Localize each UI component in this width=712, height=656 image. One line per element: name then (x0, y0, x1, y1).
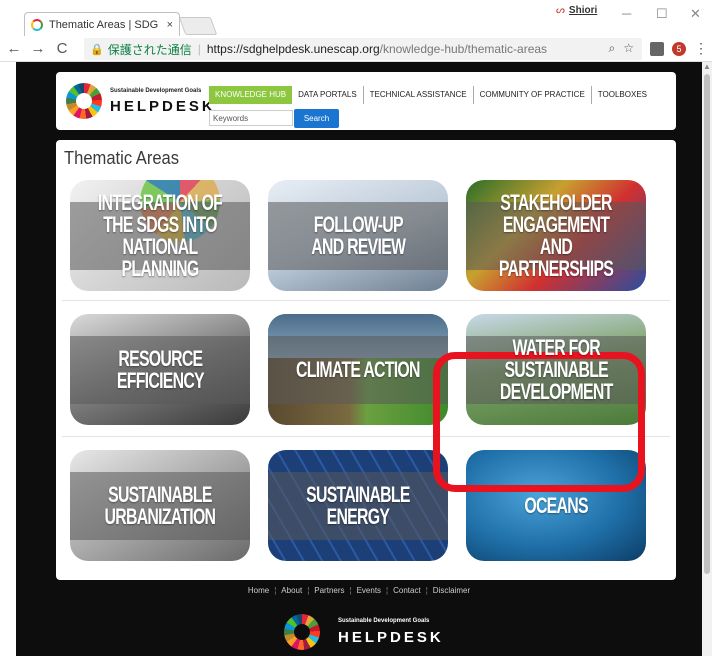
tile-follow-up-and-review[interactable]: FOLLOW-UP AND REVIEW (268, 180, 448, 291)
site-header: Sustainable Development Goals HELPDESK K… (56, 72, 676, 130)
tile-integration-of-sdgs[interactable]: INTEGRATION OF THE SDGS INTO NATIONAL PL… (70, 180, 250, 291)
tile-label: RESOURCE EFFICIENCY (116, 345, 205, 393)
footer-link-about[interactable]: About (276, 586, 307, 595)
thematic-areas-panel: Thematic Areas INTEGRATION OF THE SDGS I… (56, 140, 676, 580)
keyword-search-input[interactable] (209, 110, 293, 126)
tile-label: SUSTAINABLE URBANIZATION (104, 481, 216, 529)
browser-tab-bar: Thematic Areas | SDG Hel × ᔕ Shiori ─ ☐ … (0, 0, 712, 36)
new-tab-button[interactable] (178, 17, 218, 35)
browser-toolbar: ← → C 🔒 保護された通信 | https://sdghelpdesk.un… (0, 36, 712, 62)
search-button[interactable]: Search (294, 109, 339, 128)
tile-label: WATER FOR SUSTAINABLE DEVELOPMENT (499, 334, 613, 404)
tile-stakeholder-engagement[interactable]: STAKEHOLDER ENGAGEMENT AND PARTNERSHIPS (466, 180, 646, 291)
footer-links: Home ¦ About ¦ Partners ¦ Events ¦ Contact ¦ … (16, 586, 702, 595)
sdg-wheel-logo-icon[interactable] (66, 83, 102, 119)
extension-badge-icon[interactable]: 5 (672, 41, 686, 56)
url-host: https://sdghelpdesk.unescap.org (206, 42, 380, 56)
tile-label: INTEGRATION OF THE SDGS INTO NATIONAL PL… (97, 189, 223, 281)
address-bar-icons: ⌕ ☆ (609, 41, 635, 56)
logo-title[interactable]: HELPDESK (110, 98, 216, 115)
profile-name: Shiori (568, 5, 598, 16)
tile-label: STAKEHOLDER ENGAGEMENT AND PARTNERSHIPS (498, 189, 614, 281)
tile-label: CLIMATE ACTION (296, 356, 420, 382)
zoom-icon[interactable]: ⌕ (609, 41, 616, 56)
menu-dots-icon[interactable]: ⋮ (694, 40, 708, 57)
reload-icon[interactable]: C (52, 40, 72, 57)
lock-icon: 🔒 (90, 43, 104, 56)
back-arrow-icon[interactable]: ← (4, 40, 24, 57)
profile-icon: ᔕ (556, 5, 565, 16)
scroll-up-arrow-icon[interactable]: ▲ (703, 62, 711, 71)
nav-technical-assistance[interactable]: TECHNICAL ASSISTANCE (364, 86, 474, 104)
footer-link-disclaimer[interactable]: Disclaimer (428, 586, 475, 595)
footer-link-contact[interactable]: Contact (388, 586, 426, 595)
tile-label: OCEANS (524, 492, 588, 518)
footer-sdg-wheel-logo-icon (284, 614, 320, 650)
nav-community-of-practice[interactable]: COMMUNITY OF PRACTICE (474, 86, 592, 104)
main-nav: KNOWLEDGE HUB DATA PORTALS TECHNICAL ASS… (209, 86, 653, 104)
tile-sustainable-energy[interactable]: SUSTAINABLE ENERGY (268, 450, 448, 561)
address-bar[interactable]: 🔒 保護された通信 | https://sdghelpdesk.unescap.… (84, 38, 642, 60)
tile-resource-efficiency[interactable]: RESOURCE EFFICIENCY (70, 314, 250, 425)
page-viewport: Sustainable Development Goals HELPDESK K… (16, 62, 702, 656)
scrollbar-thumb[interactable] (704, 74, 710, 574)
profile-indicator[interactable]: ᔕ Shiori (556, 5, 597, 16)
page-scrollbar[interactable]: ▲ (702, 62, 712, 656)
minimize-button[interactable]: ─ (622, 6, 631, 21)
page-title: Thematic Areas (64, 148, 180, 168)
footer-link-partners[interactable]: Partners (309, 586, 349, 595)
footer-link-home[interactable]: Home (243, 586, 274, 595)
nav-toolboxes[interactable]: TOOLBOXES (592, 86, 653, 104)
secure-label: 保護された通信 (107, 42, 192, 57)
tab-close-icon[interactable]: × (167, 19, 173, 31)
tile-climate-action[interactable]: CLIMATE ACTION (268, 314, 448, 425)
window-close-button[interactable]: ✕ (690, 6, 701, 22)
footer-logo-title: HELPDESK (338, 629, 444, 646)
logo-subtitle: Sustainable Development Goals (110, 88, 202, 94)
nav-data-portals[interactable]: DATA PORTALS (292, 86, 364, 104)
bookmark-star-icon[interactable]: ☆ (623, 41, 634, 56)
row-divider (62, 300, 670, 301)
extension-icons: 5 ⋮ (650, 40, 708, 57)
tile-sustainable-urbanization[interactable]: SUSTAINABLE URBANIZATION (70, 450, 250, 561)
footer-link-events[interactable]: Events (352, 586, 386, 595)
nav-knowledge-hub[interactable]: KNOWLEDGE HUB (209, 86, 293, 104)
address-separator: | (197, 42, 201, 56)
maximize-button[interactable]: ☐ (656, 6, 668, 22)
tile-label: FOLLOW-UP AND REVIEW (310, 211, 406, 259)
footer-logo-subtitle: Sustainable Development Goals (338, 618, 430, 624)
browser-tab[interactable]: Thematic Areas | SDG Hel × (24, 12, 180, 36)
forward-arrow-icon[interactable]: → (28, 40, 48, 57)
tile-label: SUSTAINABLE ENERGY (306, 481, 410, 529)
extension-icon[interactable] (650, 41, 664, 56)
url-path: /knowledge-hub/thematic-areas (379, 42, 548, 56)
tab-title: Thematic Areas | SDG Hel (48, 18, 161, 31)
sdg-favicon-icon (31, 18, 43, 31)
